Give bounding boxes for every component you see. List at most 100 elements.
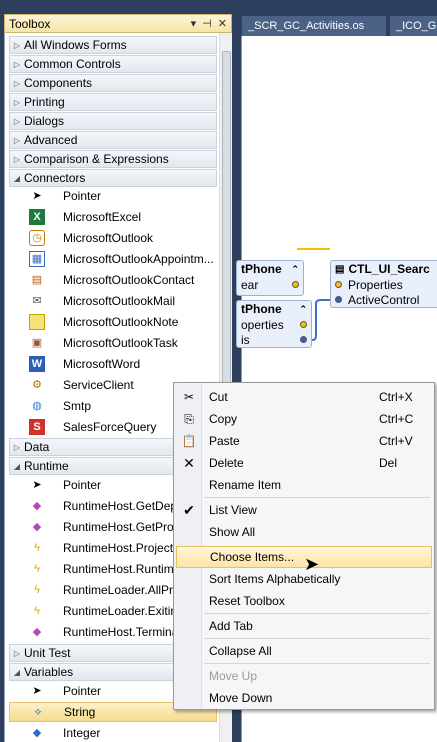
toolbox-item-integer[interactable]: ◆ Integer [9,723,217,742]
checkmark-icon: ✔ [183,501,195,518]
menu-item-delete[interactable]: ✕ Delete Del [176,452,432,474]
menu-label: Choose Items... [210,550,295,564]
menu-label: Cut [209,390,228,404]
port-dot[interactable] [300,321,307,328]
contact-card-icon: ▤ [31,273,43,286]
pin-icon[interactable]: ⊣ [202,17,212,30]
port-dot[interactable] [300,336,307,343]
port-dot[interactable] [335,296,342,303]
port-dot[interactable] [335,281,342,288]
menu-label: Delete [209,456,244,470]
item-label: MicrosoftOutlook [63,231,154,245]
menu-item-move-down[interactable]: Move Down [176,687,432,709]
category-label: Runtime [24,459,69,473]
menu-separator [204,613,430,614]
item-label: Smtp [63,399,92,413]
category-all-windows-forms[interactable]: ▷ All Windows Forms [9,36,217,54]
smtp-globe-icon: ◍ [32,399,42,412]
category-components[interactable]: ▷ Components [9,74,217,92]
toolbox-item-outlook-contact[interactable]: ▤ MicrosoftOutlookContact [9,270,217,290]
pointer-icon: ➤ [32,478,42,491]
expand-arrow-icon: ▷ [13,135,21,145]
item-label: RuntimeLoader.Exiting [63,604,184,618]
category-label: Common Controls [24,57,121,71]
menu-item-cut[interactable]: ✂ Cut Ctrl+X [176,386,432,408]
toolbox-item-outlook-note[interactable]: MicrosoftOutlookNote [9,312,217,332]
paste-clipboard-icon: 📋 [181,434,197,448]
menu-item-rename-item[interactable]: Rename Item [176,474,432,496]
node-title: tPhone [241,302,282,316]
item-label: String [64,705,96,719]
word-icon: W [29,356,45,372]
item-label: MicrosoftOutlookAppointm... [63,252,214,266]
item-label: MicrosoftOutlookContact [63,273,195,287]
node-property: Properties [348,277,403,292]
category-dialogs[interactable]: ▷ Dialogs [9,112,217,130]
expand-arrow-icon: ▷ [13,78,21,88]
category-advanced[interactable]: ▷ Advanced [9,131,217,149]
document-tabs: _SCR_GC_Activities.os _ICO_GC [236,0,437,36]
category-label: Variables [24,665,74,679]
collapse-arrow-icon: ◢ [13,173,21,183]
item-label: MicrosoftOutlookMail [63,294,176,308]
menu-item-paste[interactable]: 📋 Paste Ctrl+V [176,430,432,452]
toolbox-item-outlook-appointment[interactable]: ▦ MicrosoftOutlookAppointm... [9,249,217,269]
method-icon: ◆ [32,625,42,638]
calendar-icon: ▦ [29,251,45,267]
close-icon[interactable]: ✕ [218,17,227,30]
delete-x-icon: ✕ [183,454,195,471]
node-title: tPhone [241,262,282,276]
item-label: Integer [63,726,101,740]
category-label: Comparison & Expressions [24,152,169,166]
collapse-arrow-icon: ◢ [13,667,21,677]
category-common-controls[interactable]: ▷ Common Controls [9,55,217,73]
node-title: CTL_UI_Searc [348,262,430,276]
toolbox-item-outlook-task[interactable]: ▣ MicrosoftOutlookTask [9,333,217,353]
category-label: All Windows Forms [24,38,127,52]
node-phone-1[interactable]: tPhone ⌃ ear [236,260,304,296]
category-connectors[interactable]: ◢ Connectors [9,169,217,187]
method-icon: ◆ [32,499,42,512]
category-label: Dialogs [24,114,65,128]
menu-item-collapse-all[interactable]: Collapse All [176,640,432,662]
menu-label: Sort Items Alphabetically [209,572,341,586]
category-label: Connectors [24,171,86,185]
copy-icon: ⎘ [184,411,194,426]
category-comparison-expressions[interactable]: ▷ Comparison & Expressions [9,150,217,168]
toolbox-item-pointer[interactable]: ➤ Pointer [9,186,217,206]
node-property: is [241,332,250,347]
item-label: RuntimeHost.Runtime [63,562,181,576]
category-label: Components [24,76,93,90]
item-label: MicrosoftWord [63,357,141,371]
control-icon: ▤ [335,263,345,275]
menu-shortcut: Ctrl+C [379,412,414,426]
port-dot[interactable] [292,281,299,288]
toolbox-item-outlook[interactable]: ◷ MicrosoftOutlook [9,228,217,248]
category-printing[interactable]: ▷ Printing [9,93,217,111]
toolbox-item-excel[interactable]: X MicrosoftExcel [9,207,217,227]
menu-label: Reset Toolbox [209,594,285,608]
menu-label: Rename Item [209,478,282,492]
menu-item-list-view[interactable]: ✔ List View [176,499,432,521]
node-phone-2[interactable]: tPhone ⌃ operties is [236,300,312,348]
dropdown-icon[interactable]: ▾ [191,17,197,30]
event-lightning-icon: ϟ [34,541,40,554]
collapse-chevron-icon[interactable]: ⌃ [299,304,311,315]
toolbox-item-outlook-mail[interactable]: ✉ MicrosoftOutlookMail [9,291,217,311]
menu-item-copy[interactable]: ⎘ Copy Ctrl+C [176,408,432,430]
node-ctl-ui-search[interactable]: ▤ CTL_UI_Searc Properties ActiveControl [330,260,437,308]
menu-item-add-tab[interactable]: Add Tab [176,615,432,637]
menu-item-reset-toolbox[interactable]: Reset Toolbox [176,590,432,612]
outlook-clock-icon: ◷ [29,230,45,246]
item-label: RuntimeHost.ProjectS [63,541,182,555]
menu-separator [204,663,430,664]
tab-ico-gc[interactable]: _ICO_GC [390,16,437,36]
item-label: ServiceClient [63,378,134,392]
menu-item-show-all[interactable]: Show All [176,521,432,543]
collapse-chevron-icon[interactable]: ⌃ [291,264,303,275]
scissors-icon: ✂ [183,390,195,404]
toolbox-item-word[interactable]: W MicrosoftWord [9,354,217,374]
mouse-cursor-icon: ➤ [304,554,320,574]
item-label: MicrosoftExcel [63,210,142,224]
tab-scr-gc-activities[interactable]: _SCR_GC_Activities.os [242,16,386,36]
